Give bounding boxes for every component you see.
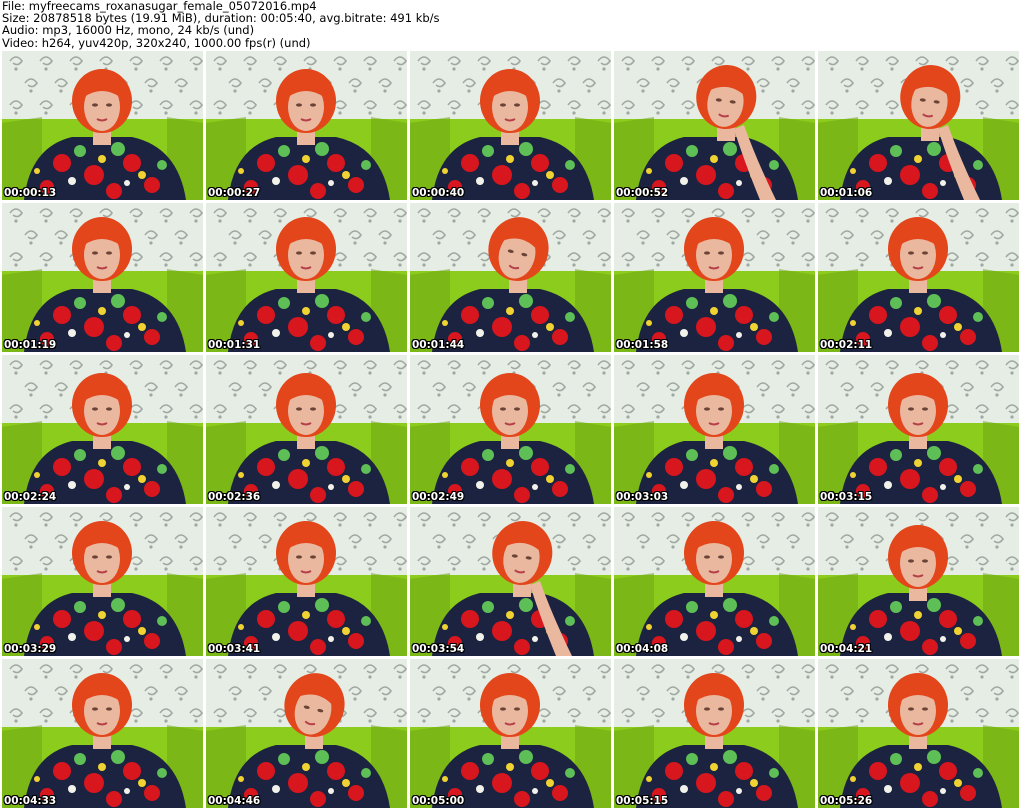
video-thumbnail: 00:05:26 [818,659,1019,808]
video-thumbnail: 00:01:44 [410,203,611,352]
video-thumbnail: 00:03:15 [818,355,1019,504]
thumbnail-timestamp: 00:00:27 [208,187,261,199]
thumbnail-timestamp: 00:03:54 [412,643,465,655]
thumbnail-timestamp: 00:03:03 [616,491,669,503]
thumbnail-frame-image [818,51,1019,200]
video-thumbnail: 00:01:58 [614,203,815,352]
thumbnail-timestamp: 00:05:15 [616,795,669,807]
video-thumbnail: 00:04:33 [2,659,203,808]
thumbnail-frame-image [206,659,407,808]
thumbnail-timestamp: 00:01:31 [208,339,261,351]
video-thumbnail: 00:01:31 [206,203,407,352]
video-thumbnail: 00:01:19 [2,203,203,352]
thumbnail-frame-image [206,51,407,200]
video-thumbnail: 00:03:29 [2,507,203,656]
video-thumbnail: 00:02:49 [410,355,611,504]
video-info-line: Video: h264, yuv420p, 320x240, 1000.00 f… [2,35,311,50]
thumbnail-frame-image [206,355,407,504]
video-thumbnail: 00:03:54 [410,507,611,656]
thumbnail-frame-image [2,203,203,352]
thumbnail-timestamp: 00:01:06 [820,187,873,199]
video-thumbnail: 00:04:21 [818,507,1019,656]
thumbnail-timestamp: 00:01:19 [4,339,57,351]
thumbnail-timestamp: 00:04:33 [4,795,57,807]
thumbnail-timestamp: 00:04:46 [208,795,261,807]
video-thumbnail: 00:00:27 [206,51,407,200]
thumbnail-timestamp: 00:05:26 [820,795,873,807]
video-thumbnail: 00:00:52 [614,51,815,200]
thumbnail-timestamp: 00:03:29 [4,643,57,655]
video-thumbnail: 00:02:11 [818,203,1019,352]
file-info-header: File: myfreecams_roxanasugar_female_0507… [2,0,1022,50]
video-thumbnail: 00:04:08 [614,507,815,656]
thumbnail-frame-image [410,51,611,200]
thumbnail-frame-image [410,203,611,352]
video-thumbnail: 00:03:03 [614,355,815,504]
thumbnail-frame-image [614,659,815,808]
video-thumbnail: 00:05:00 [410,659,611,808]
audio-info-line: Audio: mp3, 16000 Hz, mono, 24 kb/s (und… [2,23,255,38]
thumbnail-frame-image [206,203,407,352]
thumbnail-frame-image [614,203,815,352]
thumbnail-timestamp: 00:03:15 [820,491,873,503]
thumbnail-timestamp: 00:01:44 [412,339,465,351]
thumbnail-frame-image [614,507,815,656]
video-thumbnail: 00:02:24 [2,355,203,504]
video-thumbnail: 00:05:15 [614,659,815,808]
thumbnail-frame-image [2,659,203,808]
thumbnail-timestamp: 00:00:52 [616,187,669,199]
video-thumbnail: 00:04:46 [206,659,407,808]
thumbnail-frame-image [2,507,203,656]
thumbnail-timestamp: 00:01:58 [616,339,669,351]
thumbnail-timestamp: 00:04:08 [616,643,669,655]
thumbnail-frame-image [2,355,203,504]
thumbnail-timestamp: 00:05:00 [412,795,465,807]
thumbnail-timestamp: 00:02:36 [208,491,261,503]
thumbnail-frame-image [410,355,611,504]
thumbnail-timestamp: 00:00:40 [412,187,465,199]
video-thumbnail: 00:01:06 [818,51,1019,200]
video-thumbnail: 00:00:40 [410,51,611,200]
thumbnail-timestamp: 00:04:21 [820,643,873,655]
thumbnail-frame-image [818,203,1019,352]
thumbnail-timestamp: 00:00:13 [4,187,57,199]
thumbnail-timestamp: 00:02:11 [820,339,873,351]
video-thumbnail: 00:00:13 [2,51,203,200]
thumbnail-frame-image [206,507,407,656]
thumbnail-frame-image [2,51,203,200]
thumbnail-frame-image [818,507,1019,656]
thumbnail-frame-image [410,659,611,808]
thumbnail-grid: 00:00:13 00:00:27 00:00:40 00:00:52 00:0… [2,51,1022,809]
thumbnail-frame-image [818,355,1019,504]
thumbnail-timestamp: 00:02:49 [412,491,465,503]
thumbnail-timestamp: 00:02:24 [4,491,57,503]
thumbnail-frame-image [410,507,611,656]
video-thumbnail: 00:03:41 [206,507,407,656]
thumbnail-timestamp: 00:03:41 [208,643,261,655]
video-thumbnail: 00:02:36 [206,355,407,504]
thumbnail-frame-image [614,51,815,200]
thumbnail-frame-image [818,659,1019,808]
thumbnail-frame-image [614,355,815,504]
